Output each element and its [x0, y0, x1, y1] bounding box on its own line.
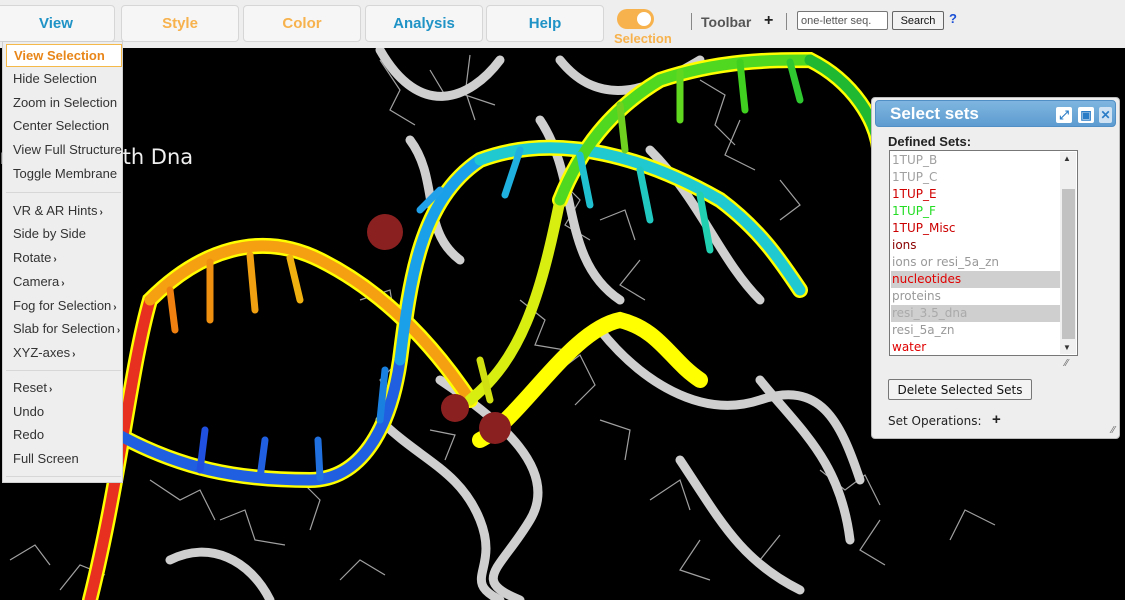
scrollbar-thumb[interactable]	[1062, 189, 1075, 339]
menu-item-label: Full Screen	[13, 451, 79, 466]
submenu-arrow-icon: ›	[72, 349, 76, 360]
divider	[691, 13, 692, 30]
menu-item-label: Slab for Selection	[13, 321, 115, 336]
menu-item-label: Reset	[13, 380, 47, 395]
menu-style[interactable]: Style	[121, 5, 239, 42]
menu-item-full-screen[interactable]: Full Screen	[13, 451, 79, 466]
menu-color[interactable]: Color	[243, 5, 361, 42]
selection-toggle[interactable]	[617, 9, 654, 29]
dialog-titlebar[interactable]: Select sets ⤢ ▣ ✕	[875, 100, 1116, 127]
menu-item-zoom-in-selection[interactable]: Zoom in Selection	[13, 95, 117, 110]
menu-separator	[6, 370, 121, 371]
set-list-item[interactable]: nucleotides	[891, 271, 1061, 288]
search-help-link[interactable]: ?	[949, 11, 957, 26]
protein-ribbons	[165, 48, 865, 600]
scroll-up-arrow-icon[interactable]: ▲	[1063, 154, 1071, 163]
toggle-knob	[637, 12, 651, 26]
view-dropdown-menu: View Selection Hide Selection Zoom in Se…	[2, 41, 123, 483]
menu-item-label: View Selection	[14, 48, 105, 63]
set-list-item[interactable]: 1TUP_B	[891, 152, 1061, 169]
menu-item-label: Redo	[13, 427, 45, 442]
menu-item-label: Rotate	[13, 250, 52, 265]
menu-analysis[interactable]: Analysis	[365, 5, 483, 42]
set-list-item[interactable]: water	[891, 339, 1061, 356]
submenu-arrow-icon: ›	[113, 302, 117, 313]
search-button[interactable]: Search	[892, 11, 944, 30]
menu-item-toggle-membrane[interactable]: Toggle Membrane	[13, 166, 117, 181]
menu-item-redo[interactable]: Redo	[13, 427, 44, 442]
menu-item-slab-for-selection[interactable]: Slab for Selection ›	[13, 321, 120, 336]
submenu-arrow-icon: ›	[99, 207, 103, 218]
select-sets-dialog: Select sets ⤢ ▣ ✕ Defined Sets: 1TUP_B 1T…	[871, 97, 1120, 439]
menubar: View Style Color Analysis Help Selection…	[0, 0, 1125, 48]
menu-item-center-selection[interactable]: Center Selection	[13, 118, 109, 133]
set-list-item[interactable]: 1TUP_Misc	[891, 220, 1061, 237]
set-list-item[interactable]: 1TUP_E	[891, 186, 1061, 203]
set-list-item[interactable]: ions	[891, 237, 1061, 254]
menu-item-fog-for-selection[interactable]: Fog for Selection ›	[13, 298, 117, 313]
menu-item-label: Fog for Selection	[13, 298, 112, 313]
defined-sets-listbox[interactable]: 1TUP_B 1TUP_C 1TUP_E 1TUP_F 1TUP_Misc ions ion…	[889, 150, 1078, 356]
delete-selected-sets-button[interactable]: Delete Selected Sets	[888, 379, 1032, 400]
menu-item-label: Zoom in Selection	[13, 95, 118, 110]
menu-help[interactable]: Help	[486, 5, 604, 42]
menu-item-label: Side by Side	[13, 226, 86, 241]
toolbar-label: Toolbar	[701, 14, 752, 30]
selection-toggle-label: Selection	[614, 31, 672, 46]
dialog-title: Select sets	[890, 104, 979, 123]
set-operations-expand-plus-icon[interactable]: +	[992, 411, 1001, 428]
save-icon[interactable]: ▣	[1078, 107, 1094, 123]
listbox-resize-handle-icon[interactable]: ⁄⁄	[1065, 358, 1068, 369]
defined-sets-label: Defined Sets:	[888, 134, 972, 149]
submenu-arrow-icon: ›	[53, 254, 57, 265]
toolbar-expand-plus-icon[interactable]: +	[764, 12, 773, 30]
menu-item-label: VR & AR Hints	[13, 203, 98, 218]
submenu-arrow-icon: ›	[61, 278, 65, 289]
set-list-item[interactable]: 1TUP_C	[891, 169, 1061, 186]
menu-item-hide-selection[interactable]: Hide Selection	[13, 71, 97, 86]
dialog-resize-handle-icon[interactable]: ⁄⁄	[1112, 425, 1115, 436]
menu-item-label: XYZ-axes	[13, 345, 71, 360]
dna-backbones	[84, 54, 886, 600]
menu-separator	[6, 476, 121, 477]
menu-view[interactable]: View	[0, 5, 115, 42]
submenu-arrow-icon: ›	[116, 325, 121, 336]
sequence-search-input[interactable]	[797, 11, 888, 30]
menu-item-view-full-structure[interactable]: View Full Structure	[13, 142, 122, 157]
set-list-item[interactable]: proteins	[891, 288, 1061, 305]
set-list-item[interactable]: ions or resi_5a_zn	[891, 254, 1061, 271]
menu-item-label: Undo	[13, 404, 45, 419]
menu-item-label: Hide Selection	[13, 71, 97, 86]
menu-item-reset[interactable]: Reset ›	[13, 380, 52, 395]
menu-item-view-selection[interactable]: View Selection	[6, 44, 122, 67]
scroll-down-arrow-icon[interactable]: ▼	[1063, 343, 1071, 352]
menu-item-camera[interactable]: Camera ›	[13, 274, 65, 289]
menu-item-side-by-side[interactable]: Side by Side	[13, 226, 86, 241]
menu-item-undo[interactable]: Undo	[13, 404, 44, 419]
set-list-item[interactable]: 1TUP_F	[891, 203, 1061, 220]
expand-icon[interactable]: ⤢	[1056, 107, 1072, 123]
menu-item-label: Center Selection	[13, 118, 110, 133]
selection-highlight	[82, 51, 888, 600]
menu-separator	[6, 192, 121, 193]
menu-item-label: View Full Structure	[13, 142, 122, 157]
submenu-arrow-icon: ›	[48, 384, 53, 395]
close-icon[interactable]: ✕	[1099, 107, 1112, 123]
menu-item-label: Camera	[13, 274, 60, 289]
set-list-item[interactable]: resi_5a_zn	[891, 322, 1061, 339]
menu-item-xyz-axes[interactable]: XYZ-axes ›	[13, 345, 75, 360]
listbox-scrollbar[interactable]: ▲ ▼	[1060, 152, 1076, 354]
set-operations-label: Set Operations:	[888, 414, 982, 428]
menu-item-label: Toggle Membrane	[13, 166, 118, 181]
menu-item-vr-ar-hints[interactable]: VR & AR Hints ›	[13, 203, 103, 218]
divider	[786, 13, 787, 30]
set-list-item[interactable]: resi_3.5_dna	[891, 305, 1061, 322]
menu-item-rotate[interactable]: Rotate ›	[13, 250, 57, 265]
